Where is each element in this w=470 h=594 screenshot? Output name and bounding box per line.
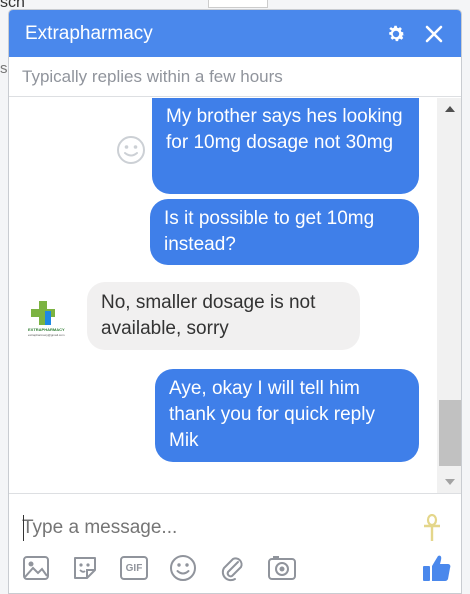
chat-header[interactable]: Extrapharmacy [9, 10, 461, 57]
message-list: My brother says hes looking for 10mg dos… [9, 98, 437, 480]
chat-title: Extrapharmacy [25, 22, 153, 44]
avatar-email-text: extrapharmacy@gmail.com [28, 333, 65, 337]
background-input-box [208, 0, 268, 8]
page-background: sch s Extrapharmacy Typically replies wi… [0, 0, 470, 594]
background-side-letter: s [0, 60, 8, 77]
message-bubble-outgoing[interactable]: My brother says hes looking for 10mg dos… [152, 98, 419, 194]
message-bubble-outgoing[interactable]: Aye, okay I will tell him thank you for … [155, 369, 419, 462]
close-icon[interactable] [421, 21, 447, 47]
message-input[interactable] [22, 514, 402, 542]
attachment-icon[interactable] [218, 551, 267, 585]
avatar-brand-text: EXTRAPHARMACY [28, 327, 65, 332]
thumbs-up-icon[interactable] [421, 552, 453, 589]
response-time-note: Typically replies within a few hours [9, 57, 461, 97]
camera-icon[interactable] [267, 551, 316, 585]
message-bubble-outgoing[interactable]: Is it possible to get 10mg instead? [150, 199, 419, 265]
smiley-react-icon[interactable] [116, 135, 146, 170]
avatar[interactable]: EXTRAPHARMACY extrapharmacy@gmail.com [25, 296, 73, 344]
scroll-down-arrow-icon[interactable] [437, 471, 461, 493]
gear-icon[interactable] [383, 21, 409, 47]
gif-icon[interactable]: GIF [120, 551, 169, 585]
photo-icon[interactable] [22, 551, 71, 585]
gif-label: GIF [120, 556, 148, 580]
message-scrollbar[interactable] [437, 98, 461, 493]
message-bubble-incoming[interactable]: No, smaller dosage is not available, sor… [87, 282, 360, 350]
message-composer: GIF [9, 493, 461, 593]
scrollbar-thumb[interactable] [439, 400, 461, 466]
sticker-icon[interactable] [71, 551, 120, 585]
text-caret [23, 515, 24, 541]
composer-toolbar: GIF [22, 551, 316, 585]
scroll-up-arrow-icon[interactable] [437, 98, 461, 120]
emoji-icon[interactable] [169, 551, 218, 585]
chat-window: Extrapharmacy Typically replies within a… [8, 9, 462, 594]
ankh-icon[interactable] [422, 513, 442, 547]
